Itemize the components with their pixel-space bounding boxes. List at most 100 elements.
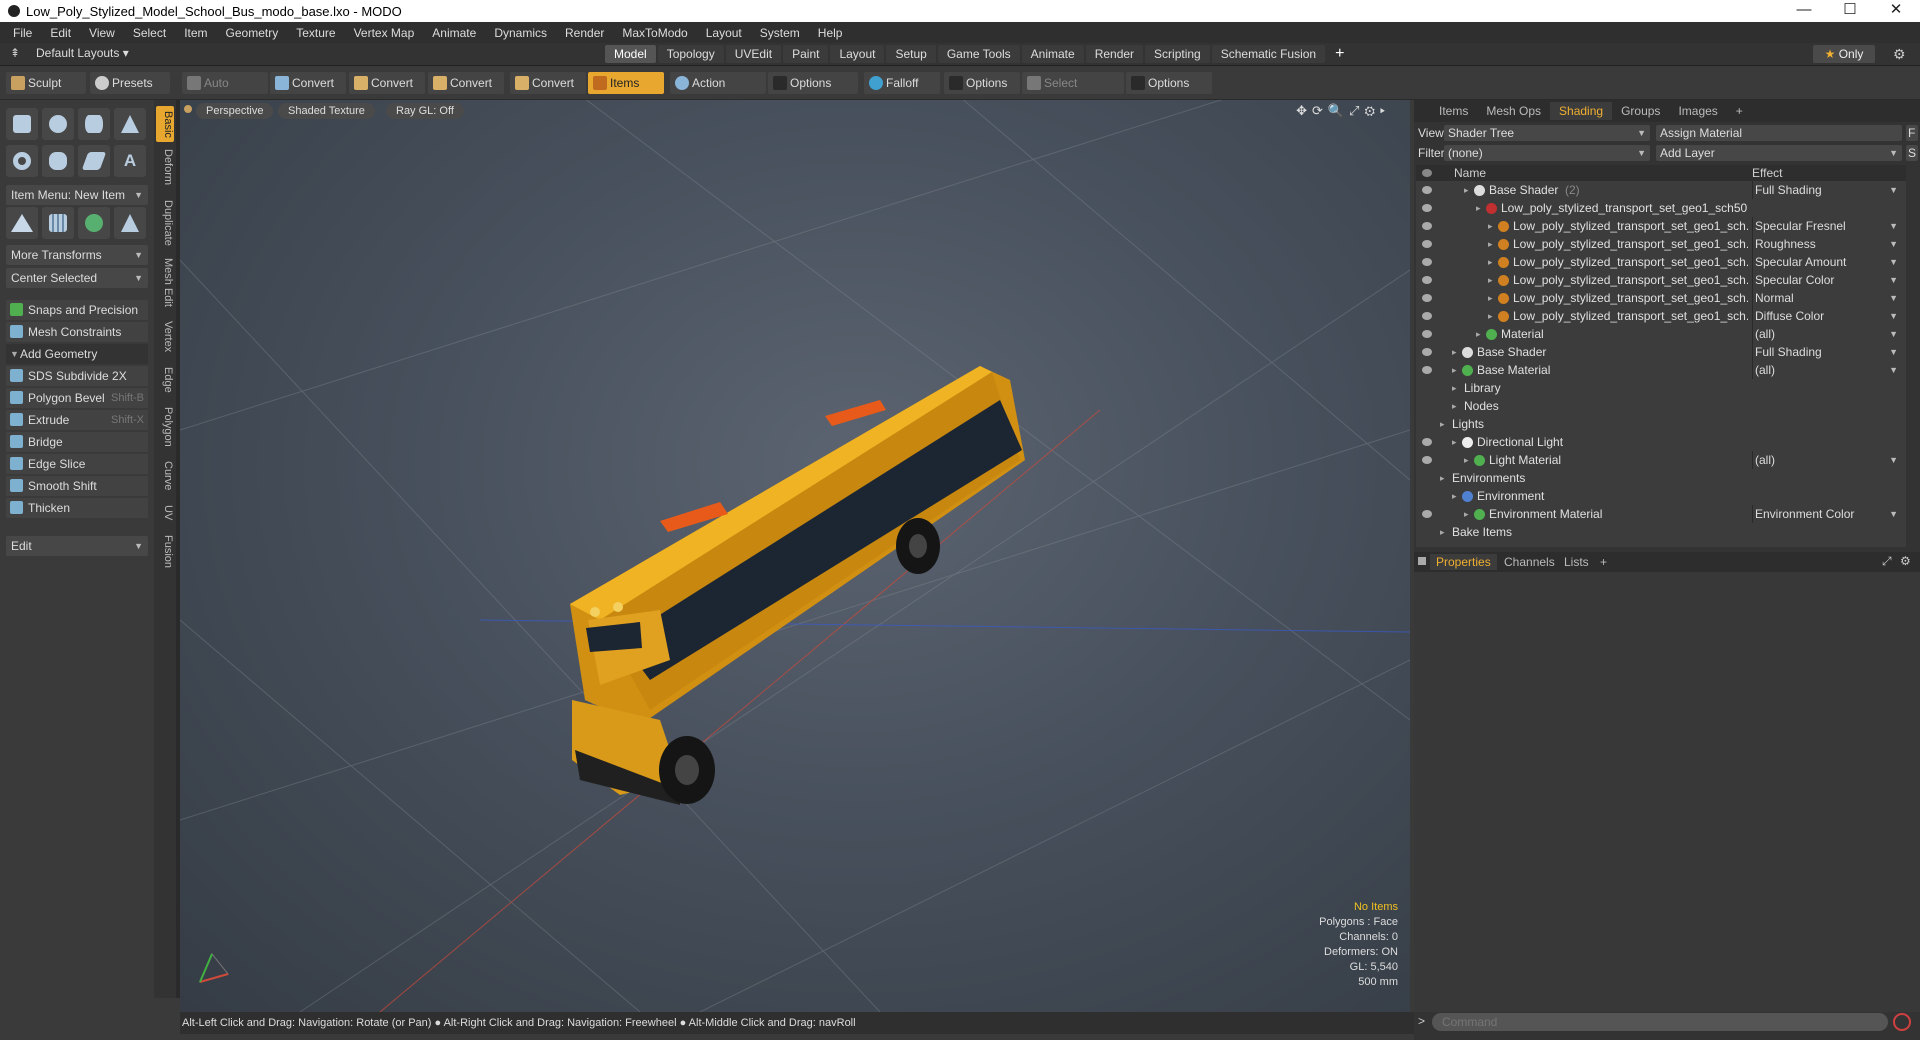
tab-model[interactable]: Model bbox=[605, 45, 656, 63]
tree-connector-icon[interactable]: ▸ bbox=[1464, 451, 1469, 469]
vtab-mesh-edit[interactable]: Mesh Edit bbox=[156, 256, 174, 308]
tree-connector-icon[interactable]: ▸ bbox=[1476, 325, 1481, 343]
shader-tree-row[interactable]: ▸ Lights bbox=[1416, 415, 1906, 433]
vtab-fusion[interactable]: Fusion bbox=[156, 532, 174, 572]
center-selected-dropdown[interactable]: Center Selected ▼ bbox=[6, 268, 148, 288]
cube-icon[interactable] bbox=[6, 108, 38, 140]
locator-icon[interactable] bbox=[6, 207, 38, 239]
options-button-2[interactable]: Options bbox=[944, 72, 1020, 94]
menu-edit[interactable]: Edit bbox=[41, 26, 80, 40]
falloff-button[interactable]: Falloff bbox=[864, 72, 940, 94]
tab-schematic-fusion[interactable]: Schematic Fusion bbox=[1211, 45, 1326, 63]
menu-select[interactable]: Select bbox=[124, 26, 175, 40]
menu-layout[interactable]: Layout bbox=[697, 26, 751, 40]
shader-row-effect[interactable]: Full Shading ▼ bbox=[1752, 181, 1902, 199]
vtab-vertex[interactable]: Vertex bbox=[156, 318, 174, 356]
visibility-eye-icon[interactable] bbox=[1422, 294, 1432, 302]
cone-icon[interactable] bbox=[114, 108, 146, 140]
tab-groups[interactable]: Groups bbox=[1612, 102, 1669, 120]
action-center-button[interactable]: Action Center bbox=[670, 72, 766, 112]
shader-tree-row[interactable]: ▸ Low_poly_stylized_transport_set_geo1_sc… bbox=[1416, 199, 1906, 217]
menu-dynamics[interactable]: Dynamics bbox=[485, 26, 556, 40]
item-menu-dropdown[interactable]: Item Menu: New Item ▼ bbox=[6, 185, 148, 205]
vtab-edge[interactable]: Edge bbox=[156, 364, 174, 396]
vtab-deform[interactable]: Deform bbox=[156, 146, 174, 188]
options-button-3[interactable]: Options bbox=[1126, 72, 1212, 94]
shader-row-effect[interactable]: (all) ▼ bbox=[1752, 325, 1902, 343]
shader-tree-row[interactable]: ▸ Environments bbox=[1416, 469, 1906, 487]
menu-file[interactable]: File bbox=[4, 26, 41, 40]
minimize-button[interactable]: — bbox=[1782, 0, 1826, 22]
tab-animate[interactable]: Animate bbox=[1021, 45, 1084, 63]
add-geometry-header[interactable]: ▼ Add Geometry bbox=[6, 344, 148, 364]
add-tab-button[interactable]: + bbox=[1327, 45, 1352, 63]
tree-connector-icon[interactable]: ▸ bbox=[1452, 361, 1457, 379]
visibility-eye-icon[interactable] bbox=[1422, 348, 1432, 356]
edit-dropdown[interactable]: Edit ▼ bbox=[6, 536, 148, 556]
more-transforms-dropdown[interactable]: More Transforms ▼ bbox=[6, 245, 148, 265]
viewport-menu-icon[interactable] bbox=[184, 105, 192, 113]
tree-connector-icon[interactable]: ▸ bbox=[1488, 307, 1493, 325]
close-button[interactable]: ✕ bbox=[1874, 0, 1918, 22]
visibility-eye-icon[interactable] bbox=[1422, 438, 1432, 446]
default-layouts-dropdown[interactable]: Default Layouts ▾ bbox=[36, 46, 129, 60]
thicken-button[interactable]: Thicken bbox=[6, 498, 148, 518]
shader-row-effect[interactable]: Specular Color ▼ bbox=[1752, 271, 1902, 289]
menu-system[interactable]: System bbox=[751, 26, 809, 40]
shader-row-effect[interactable]: Environment Color ▼ bbox=[1752, 505, 1902, 523]
pen-icon[interactable] bbox=[78, 145, 110, 177]
menu-item[interactable]: Item bbox=[175, 26, 216, 40]
menu-help[interactable]: Help bbox=[809, 26, 852, 40]
snaps-and-precision-button[interactable]: Snaps and Precision bbox=[6, 300, 148, 320]
tab-shading[interactable]: Shading bbox=[1550, 102, 1613, 120]
shading-mode-button[interactable]: Shaded Texture bbox=[278, 103, 375, 119]
shader-tree-row[interactable]: ▸ Environment Material Environment Color ▼ bbox=[1416, 505, 1906, 523]
presets-button[interactable]: Presets F6 bbox=[90, 72, 170, 112]
school-bus-model[interactable] bbox=[180, 100, 1410, 1012]
tree-connector-icon[interactable]: ▸ bbox=[1488, 253, 1493, 271]
shader-tree-row[interactable]: ▸ Low_poly_stylized_transport_set_geo1_sc… bbox=[1416, 307, 1906, 325]
command-input[interactable] bbox=[1432, 1013, 1888, 1031]
viewport-nav-icons[interactable]: ✥⟳🔍⤢⚙▸ bbox=[1296, 103, 1390, 119]
sds-subdivide-button[interactable]: SDS Subdivide 2X bbox=[6, 366, 148, 386]
cylinder-icon[interactable] bbox=[78, 108, 110, 140]
tree-connector-icon[interactable]: ▸ bbox=[1452, 379, 1457, 397]
tree-connector-icon[interactable]: ▸ bbox=[1488, 271, 1493, 289]
tab-uvedit[interactable]: UVEdit bbox=[725, 45, 782, 63]
tab-game-tools[interactable]: Game Tools bbox=[937, 45, 1020, 63]
shader-tree-row[interactable]: ▸ Low_poly_stylized_transport_set_geo1_sc… bbox=[1416, 235, 1906, 253]
visibility-eye-icon[interactable] bbox=[1422, 312, 1432, 320]
settings-gear-icon[interactable]: ⚙ bbox=[1900, 554, 1911, 568]
extrude-button[interactable]: Extrude Shift-X bbox=[6, 410, 148, 430]
vtab-basic[interactable]: Basic bbox=[156, 106, 174, 142]
tab-paint[interactable]: Paint bbox=[783, 45, 829, 63]
select-through-button[interactable]: Select Through bbox=[1022, 72, 1124, 112]
tree-connector-icon[interactable]: ▸ bbox=[1476, 199, 1481, 217]
shader-tree-row[interactable]: ▸ Light Material (all) ▼ bbox=[1416, 451, 1906, 469]
convert-button-3[interactable]: Convert bbox=[428, 72, 504, 94]
pyramid-icon[interactable] bbox=[114, 207, 146, 239]
tree-connector-icon[interactable]: ▸ bbox=[1488, 289, 1493, 307]
visibility-eye-icon[interactable] bbox=[1422, 258, 1432, 266]
raygl-button[interactable]: Ray GL: Off bbox=[386, 103, 464, 119]
options-button-1[interactable]: Options bbox=[768, 72, 858, 94]
vtab-polygon[interactable]: Polygon bbox=[156, 404, 174, 450]
column-name-header[interactable]: Name bbox=[1454, 165, 1486, 181]
sphere-icon[interactable] bbox=[42, 108, 74, 140]
shader-tree-row[interactable]: ▸ Environment bbox=[1416, 487, 1906, 505]
visibility-eye-icon[interactable] bbox=[1422, 222, 1432, 230]
menu-maxtomodo[interactable]: MaxToModo bbox=[613, 26, 696, 40]
tab-properties[interactable]: Properties bbox=[1430, 554, 1497, 570]
items-button[interactable]: Items bbox=[588, 72, 664, 94]
tab-images[interactable]: Images bbox=[1669, 102, 1726, 120]
tab-setup[interactable]: Setup bbox=[886, 45, 936, 63]
shader-row-effect[interactable]: (all) ▼ bbox=[1752, 361, 1902, 379]
add-panel-tab-button[interactable]: + bbox=[1727, 102, 1752, 120]
gear-icon[interactable]: ⚙ bbox=[1893, 46, 1906, 63]
visibility-eye-icon[interactable] bbox=[1422, 510, 1432, 518]
torus-icon[interactable] bbox=[6, 145, 38, 177]
menu-geometry[interactable]: Geometry bbox=[217, 26, 288, 40]
tab-mesh-ops[interactable]: Mesh Ops bbox=[1477, 102, 1550, 120]
polygon-bevel-button[interactable]: Polygon Bevel Shift-B bbox=[6, 388, 148, 408]
shader-row-effect[interactable]: Roughness ▼ bbox=[1752, 235, 1902, 253]
